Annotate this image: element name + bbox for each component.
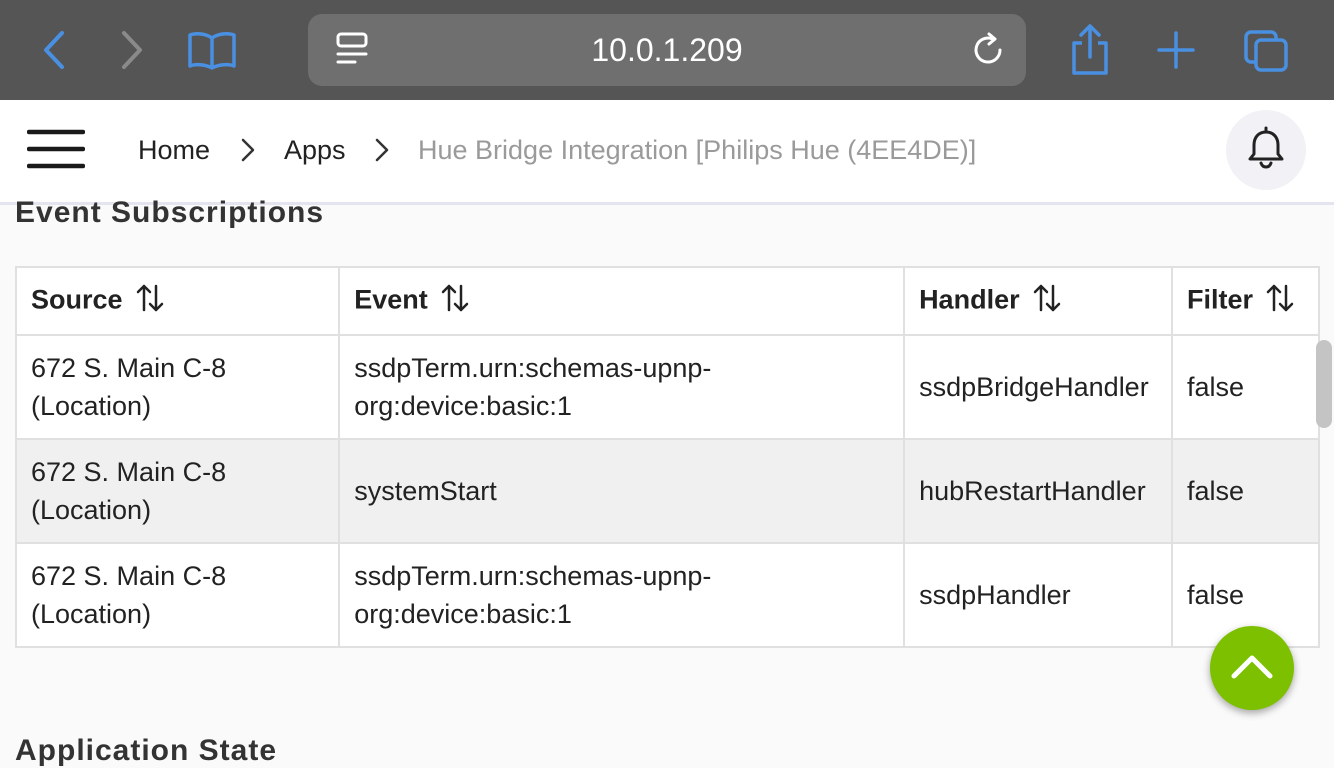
chevron-right-icon [234,136,262,164]
chevron-left-icon[interactable] [34,28,74,72]
reload-icon[interactable] [968,30,1008,70]
sort-icon[interactable] [440,283,470,320]
share-icon[interactable] [1066,22,1114,78]
cell-source: 672 S. Main C-8 (Location) [14,334,341,440]
section-title: Event Subscriptions [15,196,325,229]
cell-source: 672 S. Main C-8 (Location) [14,438,341,544]
plus-icon[interactable] [1154,28,1198,72]
chevron-right-icon[interactable] [112,28,152,72]
breadcrumb-current: Hue Bridge Integration [Philips Hue (4EE… [418,135,977,165]
cell-handler: hubRestartHandler [903,438,1174,544]
url-text[interactable]: 10.0.1.209 [308,14,1026,86]
event-subscriptions-table: Source Event Handler Filter 672 S. Main … [14,266,1320,648]
cell-event: ssdpTerm.urn:schemas-upnp-org:device:bas… [338,542,906,648]
column-header-event[interactable]: Event [338,266,906,336]
sort-icon[interactable] [1032,283,1062,320]
page-scrollbar[interactable] [1316,340,1332,428]
app-header: Home Apps Hue Bridge Integration [Philip… [0,100,1334,205]
column-header-source[interactable]: Source [14,266,341,336]
cell-event: ssdpTerm.urn:schemas-upnp-org:device:bas… [338,334,906,440]
cell-filter: false [1171,334,1320,440]
breadcrumb-apps[interactable]: Apps [284,100,346,200]
cell-handler: ssdpHandler [903,542,1174,648]
column-header-handler[interactable]: Handler [903,266,1174,336]
sort-icon[interactable] [1265,283,1295,320]
table-row: 672 S. Main C-8 (Location) systemStart h… [14,438,1320,544]
chevron-up-icon [1230,651,1274,686]
table-row: 672 S. Main C-8 (Location) ssdpTerm.urn:… [14,542,1320,648]
bell-icon [1244,126,1288,175]
tabs-icon[interactable] [1240,26,1292,76]
cell-handler: ssdpBridgeHandler [903,334,1174,440]
table-header-row: Source Event Handler Filter [14,266,1320,336]
notifications-button[interactable] [1226,110,1306,190]
scroll-to-top-button[interactable] [1210,626,1294,710]
section-title-application-state: Application State [15,734,278,767]
table-row: 672 S. Main C-8 (Location) ssdpTerm.urn:… [14,334,1320,440]
sort-icon[interactable] [135,283,165,320]
address-bar[interactable]: 10.0.1.209 [308,14,1026,86]
cell-filter: false [1171,438,1320,544]
chevron-right-icon [368,136,396,164]
breadcrumb-home[interactable]: Home [138,100,210,200]
cell-event: systemStart [338,438,906,544]
browser-toolbar: 10.0.1.209 [0,0,1334,100]
hamburger-menu-icon[interactable] [26,126,86,172]
book-icon[interactable] [184,28,240,72]
column-header-filter[interactable]: Filter [1171,266,1320,336]
cell-source: 672 S. Main C-8 (Location) [14,542,341,648]
